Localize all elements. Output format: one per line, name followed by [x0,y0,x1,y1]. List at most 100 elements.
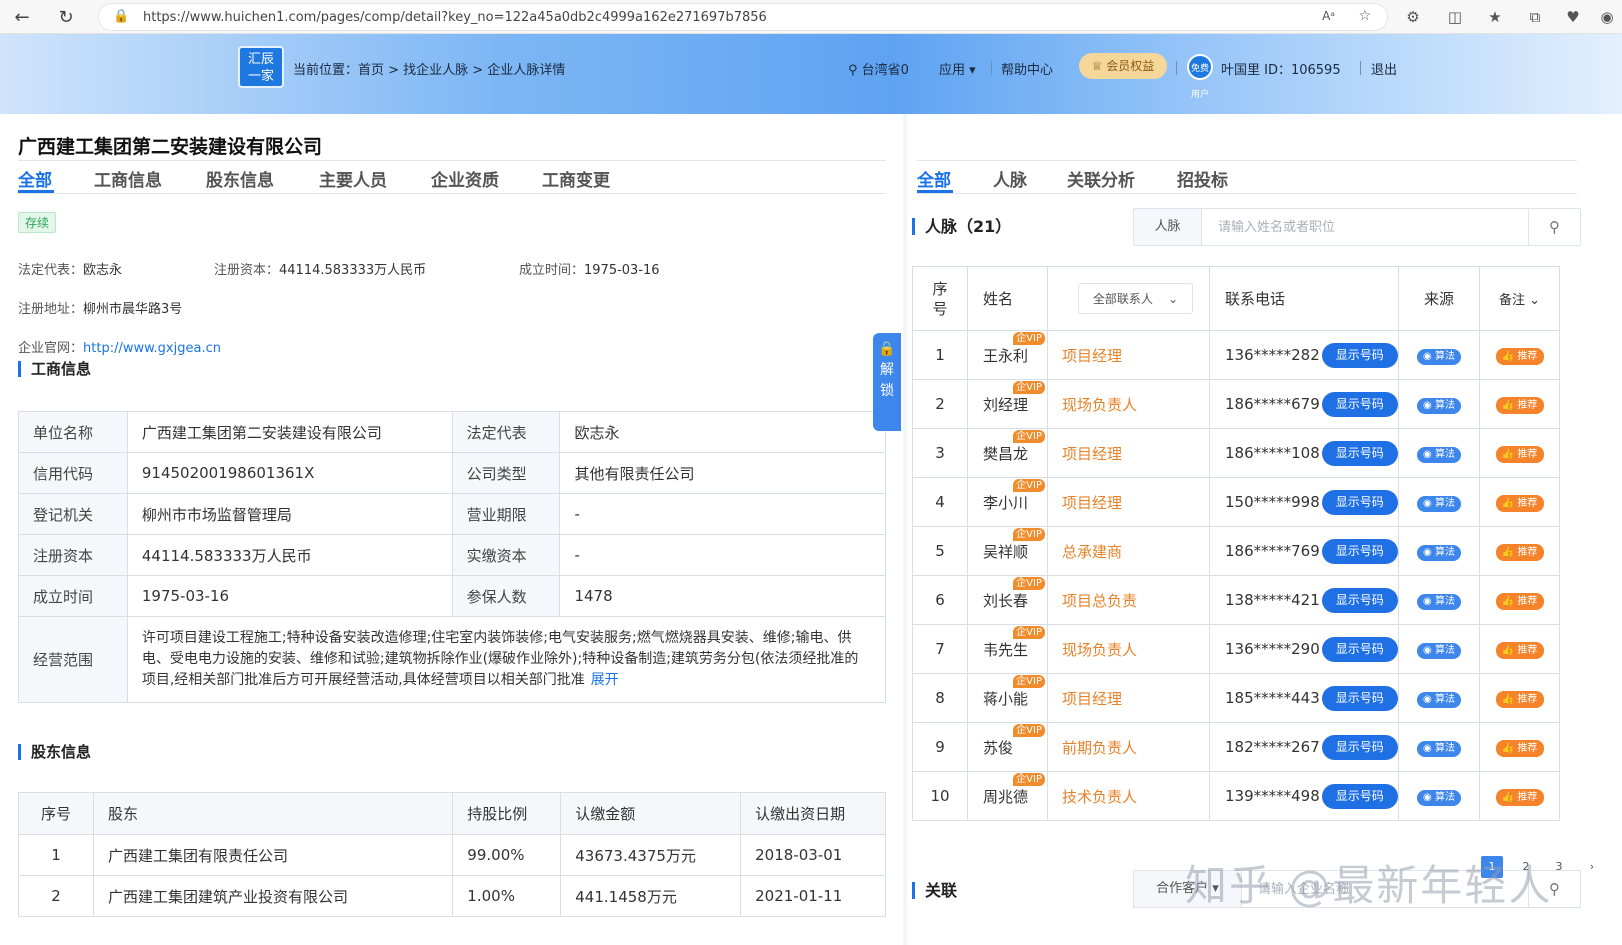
field-label: 信用代码 [18,452,128,494]
help-center-link[interactable]: 帮助中心 [1001,59,1053,78]
show-number-button[interactable]: 显示号码 [1321,489,1398,515]
show-number-button[interactable]: 显示号码 [1321,783,1398,809]
contact-note: 👍 推荐 [1479,624,1560,674]
recommend-tag[interactable]: 👍 推荐 [1495,789,1544,806]
browser-essentials-icon[interactable]: ♥ [1558,3,1588,31]
site-logo[interactable]: 汇辰 一家 [238,46,284,88]
show-number-button[interactable]: 显示号码 [1321,342,1398,368]
field-label: 注册资本 [18,534,128,576]
back-icon[interactable]: ← [8,3,36,31]
recommend-tag[interactable]: 👍 推荐 [1495,642,1544,659]
contact-name[interactable]: 王永利 [983,347,1028,365]
field-value: - [559,534,886,576]
tab-all[interactable]: 全部 [917,166,951,191]
tab-all[interactable]: 全部 [18,166,52,191]
tab-qualifications[interactable]: 企业资质 [431,166,499,191]
search-icon[interactable]: ⚲ [1528,209,1580,245]
contact-name[interactable]: 李小川 [983,494,1028,512]
collections-icon[interactable]: ⧉ [1520,3,1550,31]
contact-name[interactable]: 刘经理 [983,396,1028,414]
contact-name[interactable]: 周兆德 [983,788,1028,806]
next-page-icon[interactable]: › [1581,856,1603,878]
col-header: 股东 [92,792,454,835]
contact-name[interactable]: 蒋小能 [983,690,1028,708]
show-number-button[interactable]: 显示号码 [1321,391,1398,417]
recommend-tag[interactable]: 👍 推荐 [1495,593,1544,610]
status-badge: 存续 [18,212,57,233]
contact-phone-cell: 136*****290 显示号码 [1209,624,1399,674]
recommend-tag[interactable]: 👍 推荐 [1495,740,1544,757]
url-text[interactable]: https://www.huichen1.com/pages/comp/deta… [143,10,767,25]
recommend-tag[interactable]: 👍 推荐 [1495,691,1544,708]
tab-key-personnel[interactable]: 主要人员 [319,166,387,191]
browser-toolbar: ← ↻ 🔒 https://www.huichen1.com/pages/com… [0,0,1622,34]
recommend-tag[interactable]: 👍 推荐 [1495,495,1544,512]
reload-icon[interactable]: ↻ [52,3,80,31]
legal-rep-label: 法定代表： [18,263,84,278]
table-row: 1 企VIP 王永利 项目经理 136*****282 显示号码 ◉ 算法 👍 推荐 [912,330,1560,380]
tab-changes[interactable]: 工商变更 [542,166,610,191]
show-number-button[interactable]: 显示号码 [1321,440,1398,466]
recommend-label: 推荐 [1517,743,1538,754]
apps-menu[interactable]: 应用 ▾ [939,59,976,78]
contact-source: ◉ 算法 [1398,624,1480,674]
col-header-note[interactable]: 备注 ⌄ [1479,266,1560,331]
contact-name[interactable]: 樊昌龙 [983,445,1028,463]
extensions-icon[interactable]: ⚙ [1398,3,1428,31]
breadcrumb[interactable]: 当前位置：首页 > 找企业人脉 > 企业人脉详情 [293,59,565,78]
shareholder-date: 2021-01-11 [740,875,886,917]
show-number-button[interactable]: 显示号码 [1321,685,1398,711]
favorites-icon[interactable]: ★ [1480,3,1510,31]
tab-contacts[interactable]: 人脉 [993,166,1027,191]
contact-name[interactable]: 吴祥顺 [983,543,1028,561]
algorithm-label: 算法 [1434,498,1455,509]
algorithm-tag: ◉ 算法 [1417,643,1461,659]
contact-name[interactable]: 韦先生 [983,641,1028,659]
algorithm-label: 算法 [1434,694,1455,705]
show-number-button[interactable]: 显示号码 [1321,587,1398,613]
search-category[interactable]: 人脉 [1134,209,1202,245]
read-aloud-icon[interactable]: Aᵃ [1322,9,1335,23]
unlock-button[interactable]: 🔒 解锁 [873,333,901,431]
header-divider [991,61,992,75]
address-bar[interactable]: 🔒 https://www.huichen1.com/pages/comp/de… [98,3,1388,31]
tab-bidding[interactable]: 招投标 [1177,166,1228,191]
recommend-tag[interactable]: 👍 推荐 [1495,348,1544,365]
site-header: 汇辰 一家 当前位置：首页 > 找企业人脉 > 企业人脉详情 ⚲ 台湾省0 应用… [0,34,1622,114]
search-input[interactable] [1202,209,1532,245]
contact-filter-dropdown[interactable]: 全部联系人 ⌄ [1077,283,1194,314]
shareholder-name[interactable]: 广西建工集团建筑产业投资有限公司 [92,875,454,917]
split-screen-icon[interactable]: ◫ [1440,3,1470,31]
contact-name[interactable]: 苏俊 [983,739,1013,757]
website-link[interactable]: http://www.gxjgea.cn [83,341,221,356]
contact-note: 👍 推荐 [1479,330,1560,380]
lock-icon: 🔒 [878,341,896,357]
tab-relation-analysis[interactable]: 关联分析 [1067,166,1135,191]
contact-source: ◉ 算法 [1398,330,1480,380]
avatar[interactable]: 免费用户 [1187,54,1213,100]
show-number-button[interactable]: 显示号码 [1321,636,1398,662]
table-row: 成立时间 1975-03-16 参保人数 1478 [18,575,886,617]
watermark: 知乎 @最新年轻人 [1185,861,1553,910]
profile-icon[interactable]: ◉ [1592,3,1622,31]
contact-note: 👍 推荐 [1479,771,1560,821]
tab-shareholders[interactable]: 股东信息 [206,166,274,191]
recommend-tag[interactable]: 👍 推荐 [1495,446,1544,463]
recommend-tag[interactable]: 👍 推荐 [1495,544,1544,561]
recommend-tag[interactable]: 👍 推荐 [1495,397,1544,414]
contacts-panel: 全部 人脉 关联分析 招投标 人脉（21） 人脉 ⚲ 序号 姓名 全部联系人 ⌄… [907,114,1622,945]
contact-source: ◉ 算法 [1398,428,1480,478]
shareholder-no: 1 [18,834,94,876]
show-number-button[interactable]: 显示号码 [1321,538,1398,564]
col-header-source: 来源 [1398,266,1480,331]
vip-benefits-button[interactable]: ♕ 会员权益 [1079,53,1167,79]
tab-business-info[interactable]: 工商信息 [94,166,162,191]
logout-link[interactable]: 退出 [1371,59,1397,78]
favorite-star-icon[interactable]: ☆ [1358,8,1371,24]
expand-link[interactable]: 展开 [591,672,619,688]
show-number-button[interactable]: 显示号码 [1321,734,1398,760]
shareholder-name[interactable]: 广西建工集团有限责任公司 [92,834,454,876]
location-selector[interactable]: ⚲ 台湾省0 [848,59,909,78]
contact-source: ◉ 算法 [1398,379,1480,429]
contact-name[interactable]: 刘长春 [983,592,1028,610]
